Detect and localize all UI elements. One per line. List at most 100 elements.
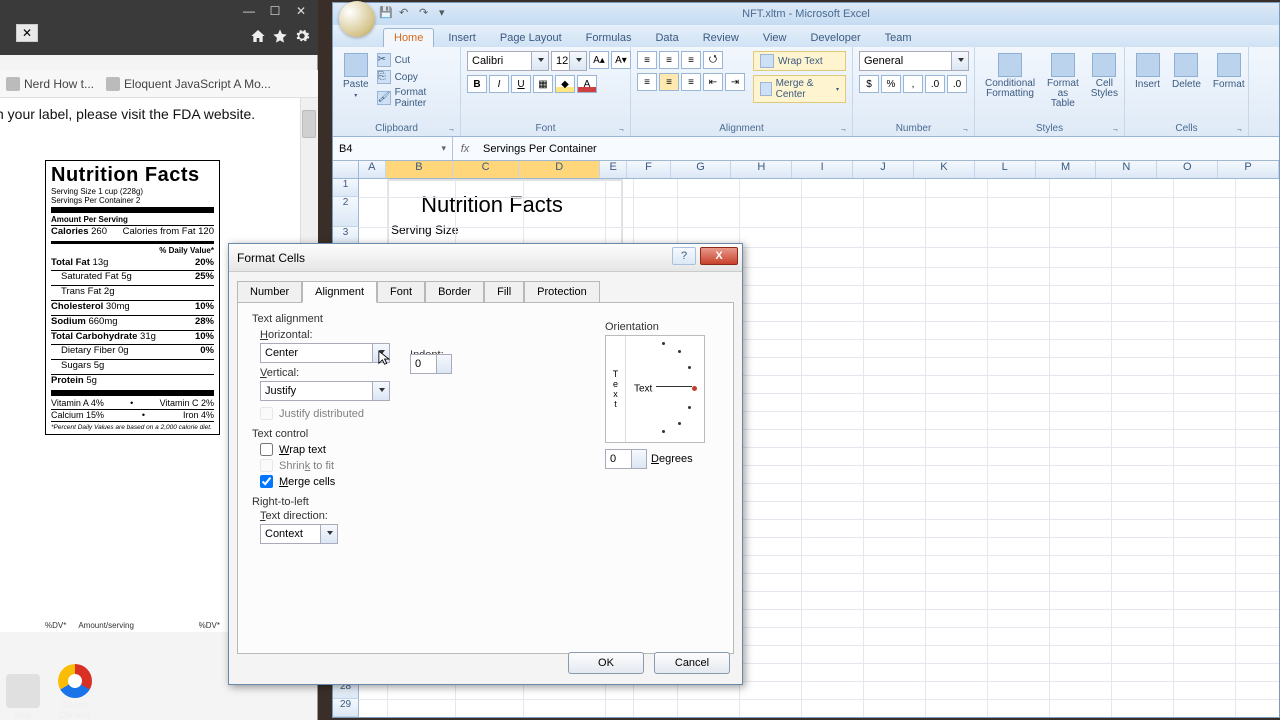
merge-center-button[interactable]: Merge & Center▾ (753, 75, 846, 103)
close-button[interactable]: X (700, 247, 738, 265)
col-header[interactable]: H (731, 161, 792, 178)
align-right-button[interactable]: ≡ (681, 73, 701, 91)
row-header[interactable]: 2 (333, 197, 359, 227)
col-header[interactable]: O (1157, 161, 1218, 178)
currency-button[interactable]: $ (859, 75, 879, 93)
col-header[interactable]: K (914, 161, 975, 178)
increase-indent-button[interactable]: ⇥ (725, 73, 745, 91)
decrease-decimal-button[interactable]: .0 (947, 75, 967, 93)
dialog-tab-number[interactable]: Number (237, 281, 302, 303)
col-header[interactable]: L (975, 161, 1036, 178)
format-as-table-button[interactable]: Format as Table (1043, 51, 1083, 111)
dialog-tab-font[interactable]: Font (377, 281, 425, 303)
office-button[interactable] (339, 1, 375, 37)
delete-button[interactable]: Delete (1168, 51, 1205, 92)
orientation-button[interactable]: ⭯ (703, 51, 723, 69)
cell-styles-button[interactable]: Cell Styles (1087, 51, 1122, 101)
col-header[interactable]: M (1036, 161, 1097, 178)
tab-close-button[interactable]: ✕ (16, 24, 38, 42)
underline-button[interactable]: U (511, 75, 531, 93)
col-header[interactable]: N (1096, 161, 1157, 178)
col-header[interactable]: D (519, 161, 599, 178)
align-center-button[interactable]: ≡ (659, 73, 679, 91)
dialog-tab-fill[interactable]: Fill (484, 281, 524, 303)
orientation-diagram[interactable]: Text Text (605, 335, 705, 443)
cell-b3[interactable]: Serving Size (387, 221, 597, 239)
text-direction-combo[interactable]: Context (260, 524, 338, 544)
col-header[interactable]: B (386, 161, 453, 178)
close-button[interactable]: ✕ (290, 2, 312, 20)
tab-review[interactable]: Review (693, 29, 749, 47)
format-button[interactable]: Format (1209, 51, 1249, 92)
taskbar-reg-icon[interactable]: Reg (6, 674, 40, 720)
col-header[interactable]: E (600, 161, 627, 178)
ok-button[interactable]: OK (568, 652, 644, 674)
align-middle-button[interactable]: ≡ (659, 51, 679, 69)
col-header[interactable]: J (853, 161, 914, 178)
merge-cells-checkbox[interactable] (260, 475, 273, 488)
redo-icon[interactable]: ↷ (419, 6, 433, 20)
tab-developer[interactable]: Developer (800, 29, 870, 47)
wrap-text-button[interactable]: Wrap Text (753, 51, 846, 71)
scroll-thumb[interactable] (302, 110, 316, 138)
vertical-combo[interactable]: Justify (260, 381, 390, 401)
fill-color-button[interactable]: ◆ (555, 75, 575, 93)
name-box[interactable]: B4 (333, 137, 453, 160)
dialog-titlebar[interactable]: Format Cells ? X (229, 244, 742, 272)
italic-button[interactable]: I (489, 75, 509, 93)
horizontal-combo[interactable]: Center (260, 343, 390, 363)
comma-button[interactable]: , (903, 75, 923, 93)
format-painter-button[interactable]: 🖌Format Painter (377, 87, 454, 109)
help-button[interactable]: ? (672, 247, 696, 265)
tab-home[interactable]: Home (383, 28, 434, 47)
align-left-button[interactable]: ≡ (637, 73, 657, 91)
col-header[interactable]: G (671, 161, 732, 178)
fx-icon[interactable]: fx (453, 143, 477, 155)
qat-dropdown-icon[interactable]: ▾ (439, 6, 453, 20)
dialog-tab-protection[interactable]: Protection (524, 281, 600, 303)
tab-team[interactable]: Team (875, 29, 922, 47)
formula-input[interactable]: Servings Per Container (477, 143, 1279, 155)
row-header[interactable]: 29 (333, 699, 359, 717)
paste-button[interactable]: Paste▾ (339, 51, 373, 101)
bookmark-item[interactable]: Eloquent JavaScript A Mo... (106, 77, 271, 91)
font-size-combo[interactable]: 12 (551, 51, 587, 71)
font-color-button[interactable]: A (577, 75, 597, 93)
col-header[interactable]: P (1218, 161, 1279, 178)
conditional-formatting-button[interactable]: Conditional Formatting (981, 51, 1039, 101)
bookmark-item[interactable]: Nerd How t... (6, 77, 94, 91)
gear-icon[interactable] (294, 28, 310, 44)
star-icon[interactable] (272, 28, 288, 44)
select-all-corner[interactable] (333, 161, 359, 178)
copy-button[interactable]: ⎘Copy (377, 70, 454, 84)
shrink-font-button[interactable]: A▾ (611, 51, 631, 69)
indent-spinner[interactable]: 0 (410, 354, 452, 374)
align-bottom-button[interactable]: ≡ (681, 51, 701, 69)
number-format-combo[interactable]: General (859, 51, 969, 71)
wrap-text-checkbox[interactable] (260, 443, 273, 456)
col-header[interactable]: A (359, 161, 386, 178)
insert-button[interactable]: Insert (1131, 51, 1164, 92)
undo-icon[interactable]: ↶ (399, 6, 413, 20)
increase-decimal-button[interactable]: .0 (925, 75, 945, 93)
tab-data[interactable]: Data (645, 29, 688, 47)
col-header[interactable]: C (453, 161, 520, 178)
taskbar-chrome-icon[interactable]: Google Chrome (58, 664, 92, 720)
col-header[interactable]: I (792, 161, 853, 178)
tab-insert[interactable]: Insert (438, 29, 486, 47)
degrees-spinner[interactable]: 0 (605, 449, 647, 469)
tab-view[interactable]: View (753, 29, 797, 47)
minimize-button[interactable]: — (238, 2, 260, 20)
percent-button[interactable]: % (881, 75, 901, 93)
grow-font-button[interactable]: A▴ (589, 51, 609, 69)
decrease-indent-button[interactable]: ⇤ (703, 73, 723, 91)
cell-b2[interactable]: Nutrition Facts (387, 191, 597, 219)
align-top-button[interactable]: ≡ (637, 51, 657, 69)
cut-button[interactable]: ✂Cut (377, 53, 454, 67)
home-icon[interactable] (250, 28, 266, 44)
maximize-button[interactable]: ☐ (264, 2, 286, 20)
save-icon[interactable]: 💾 (379, 6, 393, 20)
dialog-tab-border[interactable]: Border (425, 281, 484, 303)
bold-button[interactable]: B (467, 75, 487, 93)
border-button[interactable]: ▦ (533, 75, 553, 93)
